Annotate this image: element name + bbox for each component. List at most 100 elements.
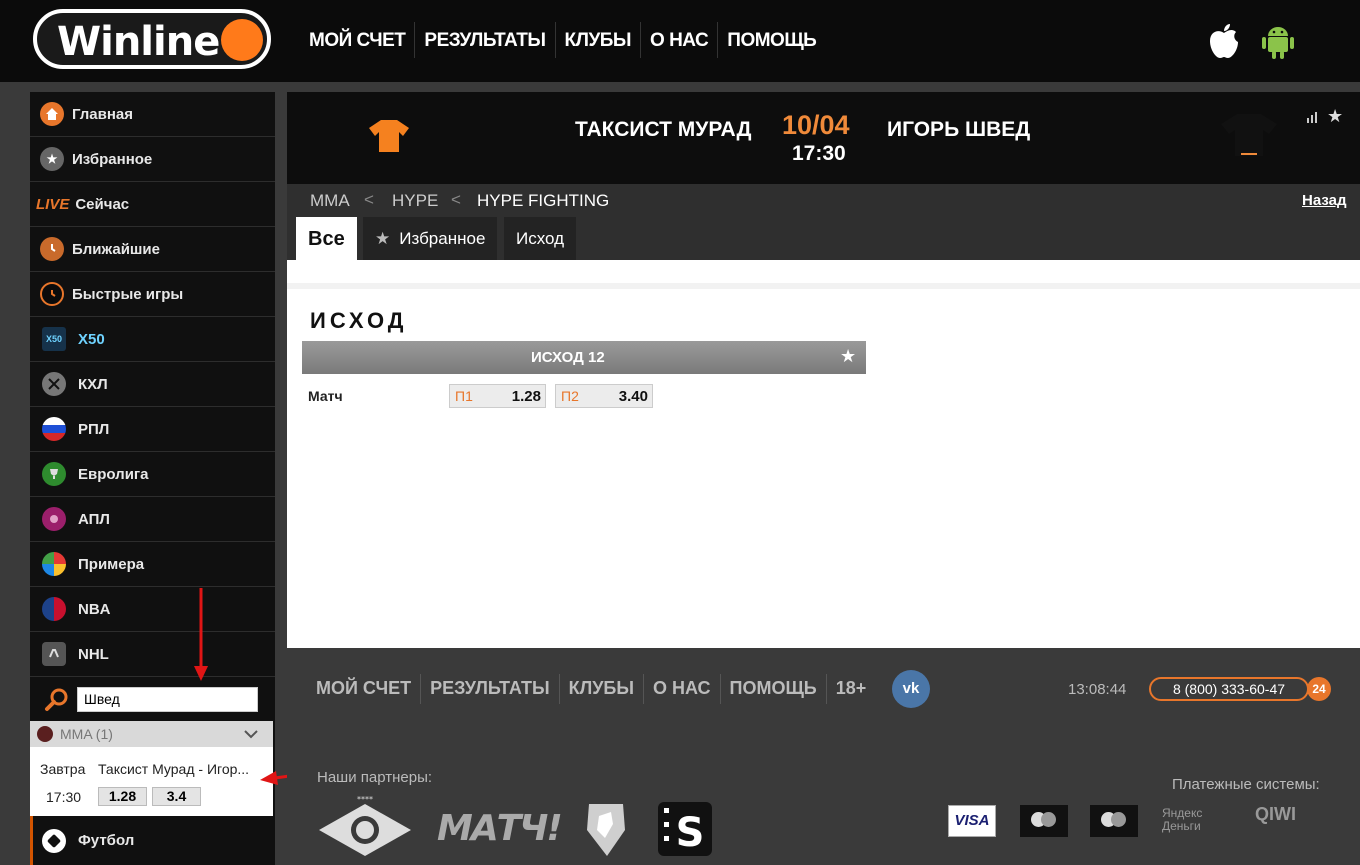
tab-favorites[interactable]: ★ Избранное: [363, 217, 498, 260]
sidebar-item-nba[interactable]: NBA: [30, 587, 275, 632]
tab-favorites-label: Избранное: [399, 228, 486, 248]
star-icon: ★: [375, 228, 391, 248]
mma-icon: [37, 726, 53, 742]
search-input[interactable]: Швед: [77, 687, 258, 712]
top-nav: МОЙ СЧЕТ РЕЗУЛЬТАТЫ КЛУБЫ О НАС ПОМОЩЬ: [300, 22, 825, 58]
sidebar-item-khl[interactable]: КХЛ: [30, 362, 275, 407]
search-result-day: Завтра: [40, 761, 86, 777]
sidebar-item-primera[interactable]: Примера: [30, 542, 275, 587]
search-result-odd-1[interactable]: 1.28: [98, 787, 147, 806]
visa-logo: VISA: [948, 805, 996, 837]
yandex-money-logo: Яндекс Деньги: [1162, 806, 1203, 833]
breadcrumb-hype-fighting[interactable]: HYPE FIGHTING: [477, 191, 609, 211]
sidebar-item-label: X50: [78, 330, 105, 348]
spartak-logo-icon[interactable]: ****: [317, 796, 413, 860]
breadcrumb-hype[interactable]: HYPE: [392, 191, 438, 211]
euroleague-icon: [42, 462, 66, 486]
winline-logo[interactable]: Winline: [33, 9, 271, 69]
sidebar-item-nhl[interactable]: NHL: [30, 632, 275, 677]
sidebar-item-euroleague[interactable]: Евролига: [30, 452, 275, 497]
team1-jersey-icon: [369, 120, 409, 152]
live-icon: LIVE: [36, 195, 70, 213]
search-category-mma[interactable]: MMA (1): [30, 721, 273, 747]
s-logo-icon[interactable]: S: [656, 800, 714, 858]
clock-icon: [40, 237, 64, 261]
laliga-icon: [42, 552, 66, 576]
top-nav-clubs[interactable]: КЛУБЫ: [554, 22, 641, 58]
partners-label: Наши партнеры:: [317, 769, 433, 786]
football-icon: [42, 828, 66, 853]
nhl-icon: [42, 642, 66, 666]
sidebar-item-label: Главная: [72, 105, 134, 123]
sidebar-item-label: Быстрые игры: [72, 285, 184, 303]
footer-nav-clubs[interactable]: КЛУБЫ: [558, 674, 643, 704]
favorite-star-icon[interactable]: ★: [1327, 106, 1343, 127]
sidebar-item-epl[interactable]: АПЛ: [30, 497, 275, 542]
search-result-odd-2[interactable]: 3.4: [152, 787, 201, 806]
sidebar-item-label: КХЛ: [78, 375, 108, 393]
market-row-label: Матч: [308, 388, 343, 404]
tab-outcome-label: Исход: [516, 228, 565, 248]
android-icon[interactable]: [1261, 22, 1295, 60]
chevron-down-icon[interactable]: [244, 729, 258, 739]
footer-nav: МОЙ СЧЕТ РЕЗУЛЬТАТЫ КЛУБЫ О НАС ПОМОЩЬ 1…: [307, 674, 875, 704]
match-header: ТАКСИСТ МУРАД 10/04 17:30 ИГОРЬ ШВЕД ★: [287, 92, 1360, 184]
sidebar-item-label: Примера: [78, 555, 145, 573]
hockey-icon: [42, 372, 66, 396]
tab-outcome[interactable]: Исход: [504, 217, 577, 260]
chevron-left-icon: <: [451, 190, 461, 209]
match-tv-logo[interactable]: МАТЧ!: [437, 808, 563, 849]
sidebar-item-label: Евролига: [78, 465, 149, 483]
sidebar-item-x50[interactable]: X50 X50: [30, 317, 275, 362]
odd-p2-value: 3.40: [618, 388, 648, 405]
sidebar-item-football[interactable]: Футбол: [30, 816, 275, 865]
search-result-match[interactable]: Таксист Мурад - Игор...: [98, 761, 249, 777]
team2-name: ИГОРЬ ШВЕД: [887, 118, 1031, 141]
top-nav-about[interactable]: О НАС: [640, 22, 717, 58]
market-table-title: ИСХОД 12: [531, 349, 605, 366]
footer-nav-help[interactable]: ПОМОЩЬ: [719, 674, 826, 704]
sidebar-item-upcoming[interactable]: Ближайшие: [30, 227, 275, 272]
match-time: 17:30: [792, 142, 846, 165]
sidebar-item-rpl[interactable]: РПЛ: [30, 407, 275, 452]
tab-all[interactable]: Все: [296, 217, 357, 261]
breadcrumb-mma[interactable]: MMA: [310, 191, 350, 211]
sidebar-item-home[interactable]: Главная: [30, 92, 275, 137]
market-tabs: Все ★ Избранное Исход: [287, 217, 1360, 261]
odd-p1-button[interactable]: П1 1.28: [449, 384, 546, 408]
sidebar-item-favorites[interactable]: ★ Избранное: [30, 137, 275, 182]
odd-p2-button[interactable]: П2 3.40: [555, 384, 653, 408]
sidebar: Главная ★ Избранное LIVE Сейчас Ближайши…: [30, 92, 275, 865]
top-nav-help[interactable]: ПОМОЩЬ: [717, 22, 825, 58]
footer-clock: 13:08:44: [1068, 681, 1127, 698]
search-icon[interactable]: [44, 687, 70, 713]
match-date: 10/04: [782, 110, 850, 140]
phone-number-text: 8 (800) 333-60-47: [1172, 681, 1286, 697]
svg-text:****: ****: [357, 796, 373, 804]
top-nav-results[interactable]: РЕЗУЛЬТАТЫ: [414, 22, 554, 58]
search-result-time: 17:30: [46, 789, 82, 805]
odd-p1-value: 1.28: [511, 388, 541, 405]
team1-name: ТАКСИСТ МУРАД: [575, 118, 752, 141]
footer-nav-results[interactable]: РЕЗУЛЬТАТЫ: [420, 674, 558, 704]
search-result-card[interactable]: Завтра Таксист Мурад - Игор... 17:30 1.2…: [30, 747, 273, 817]
sidebar-item-label: NHL: [78, 645, 109, 663]
rooster-logo-icon[interactable]: [583, 802, 629, 858]
footer-nav-my-account[interactable]: МОЙ СЧЕТ: [307, 674, 420, 704]
sidebar-item-fast-games[interactable]: Быстрые игры: [30, 272, 275, 317]
stats-icon[interactable]: [1306, 110, 1320, 124]
qiwi-logo: QIWI: [1255, 804, 1296, 824]
sidebar-item-label: Футбол: [78, 832, 135, 849]
market-favorite-star-icon[interactable]: ★: [840, 346, 856, 367]
vk-icon[interactable]: vk: [892, 670, 930, 708]
phone-number[interactable]: 8 (800) 333-60-47: [1149, 677, 1309, 701]
footer-nav-about[interactable]: О НАС: [642, 674, 720, 704]
apple-icon[interactable]: [1207, 22, 1241, 60]
top-nav-my-account[interactable]: МОЙ СЧЕТ: [300, 22, 414, 58]
chevron-left-icon: <: [364, 190, 374, 209]
breadcrumb: MMA < HYPE < HYPE FIGHTING Назад: [287, 184, 1360, 217]
back-link[interactable]: Назад: [1302, 192, 1346, 209]
market-table-header: ИСХОД 12 ★: [302, 341, 866, 374]
sidebar-item-live[interactable]: LIVE Сейчас: [30, 182, 275, 227]
support-24-badge: 24: [1307, 677, 1331, 701]
